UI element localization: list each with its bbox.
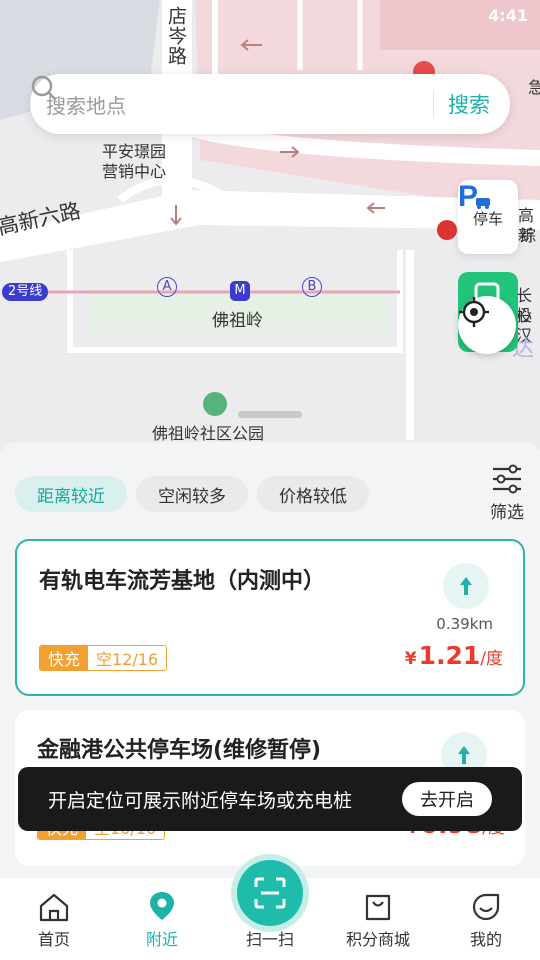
status-time: 4:41 [488, 6, 528, 25]
nav-nearby-label: 附近 [145, 930, 178, 949]
filter-chip-distance[interactable]: 距离较近 [15, 476, 127, 512]
metro-exit-a: A [157, 277, 177, 297]
metro-icon: M [230, 281, 250, 301]
home-icon [39, 893, 69, 922]
scan-icon [254, 877, 286, 909]
nav-points-mall[interactable]: 积分商城 [324, 878, 432, 960]
search-button[interactable]: 搜索 [448, 89, 510, 119]
search-input[interactable]: 搜索地点 [46, 90, 433, 119]
map-view[interactable]: 4:41 店岑路 平安璟园 营销中心 高新六路 2号线 A B M 佛祖岭 佛祖… [0, 0, 540, 450]
charger-availability: 空12/16 [88, 646, 167, 670]
nav-me-label: 我的 [469, 930, 502, 949]
shopping-bag-icon [365, 894, 391, 921]
map-label-poi: 急 [528, 78, 540, 97]
location-permission-toast: 开启定位可展示附近停车场或充电桩 去开启 [18, 767, 522, 831]
map-label-road: 店岑路 [165, 6, 187, 66]
navigate-button[interactable] [443, 563, 489, 609]
navigate-arrow-icon [460, 577, 472, 595]
nav-points-mall-label: 积分商城 [345, 930, 410, 949]
toast-message: 开启定位可展示附近停车场或充电桩 [48, 789, 353, 812]
charger-tags: 快充 空12/16 [39, 645, 168, 671]
map-label-park: 佛祖岭社区公园 [152, 424, 265, 443]
smiley-icon [472, 893, 500, 921]
map-label-poi: 综 [520, 226, 537, 245]
search-bar[interactable]: 搜索地点 搜索 [30, 74, 510, 134]
search-icon [31, 75, 57, 101]
sort-filters: 距离较近 空闲较多 价格较低 [15, 476, 369, 512]
search-divider [433, 91, 434, 117]
nav-home-label: 首页 [37, 930, 70, 949]
map-label-station: 佛祖岭 [212, 311, 263, 331]
station-distance: 0.39km [436, 615, 493, 633]
station-card[interactable]: 有轨电车流芳基地（内测中） 0.39km 快充 空12/16 ¥ 1.21 /度 [15, 539, 525, 696]
metro-exit-b: B [302, 277, 322, 297]
station-title: 金融港公共停车场(维修暂停) [37, 738, 322, 763]
nav-scan-label: 扫一扫 [245, 930, 294, 949]
price-currency: ¥ [404, 649, 417, 669]
station-title: 有轨电车流芳基地（内测中） [39, 569, 326, 594]
parking-icon: P [458, 180, 490, 212]
navigate-arrow-icon [458, 746, 470, 764]
price-value: 1.21 [418, 641, 481, 670]
nav-nearby[interactable]: 附近 [108, 878, 216, 960]
price-unit: /度 [480, 649, 503, 669]
filter-label: 筛选 [490, 503, 524, 523]
filter-chip-availability[interactable]: 空闲较多 [136, 476, 248, 512]
parking-button[interactable]: P 停车 [458, 180, 518, 254]
location-pin-icon [150, 892, 174, 920]
station-price: ¥ 1.21 /度 [405, 641, 503, 670]
charger-type-badge: 快充 [40, 646, 89, 670]
map-label-poi: 平安璟园 [102, 142, 167, 161]
crosshair-icon [459, 297, 489, 327]
status-bar: 4:41 [488, 6, 528, 25]
nav-home[interactable]: 首页 [0, 878, 108, 960]
filter-sliders-icon [493, 464, 521, 494]
enable-location-button[interactable]: 去开启 [402, 782, 492, 816]
filter-chip-price[interactable]: 价格较低 [257, 476, 369, 512]
metro-line-badge: 2号线 [2, 283, 49, 301]
locate-button[interactable] [458, 296, 516, 354]
scan-button[interactable] [237, 860, 303, 926]
svg-text:P: P [458, 180, 478, 212]
filter-button[interactable]: 筛选 [482, 464, 532, 523]
map-label-poi: 营销中心 [102, 162, 167, 181]
nav-me[interactable]: 我的 [432, 878, 540, 960]
sheet-drag-handle[interactable] [238, 411, 302, 418]
